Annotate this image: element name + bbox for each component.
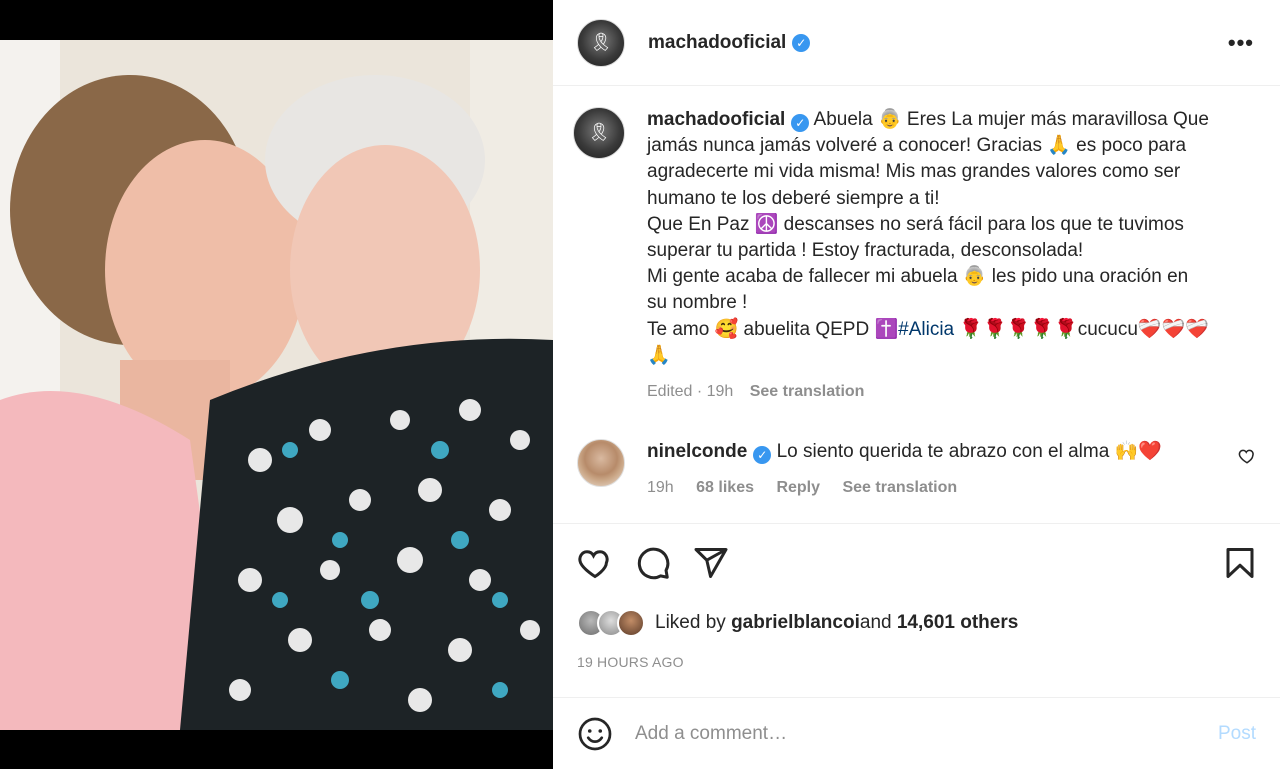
comment-input[interactable] [635, 722, 1218, 745]
comment-text: Lo siento querida te abrazo con el alma … [771, 441, 1162, 463]
caption-line: su nombre ! [647, 292, 748, 314]
caption-body: machadooficial ✓ Abuela 👵 Eres La mujer m… [647, 107, 1247, 405]
post-comment-button[interactable]: Post [1218, 723, 1256, 745]
caption-meta: Edited · 19h See translation [647, 379, 1247, 405]
ribbon-icon: 🎗 [589, 31, 613, 52]
author-username[interactable]: machadooficial [648, 32, 786, 54]
comment-time: 19h [647, 479, 674, 497]
post-timestamp: 19 HOURS AGO [577, 654, 684, 670]
heart-icon[interactable] [577, 545, 613, 581]
edited-time: Edited · 19h [647, 383, 734, 401]
comment-meta: 19h 68 likes Reply See translation [647, 475, 1162, 501]
caption-text: 🌹🌹🌹🌹🌹cucucu❤️‍🩹❤️‍🩹❤️‍🩹 [954, 318, 1209, 340]
caption-line: humano te los deberé siempre a ti! [647, 187, 940, 209]
post-media [0, 0, 553, 769]
caption-line: 🙏 [647, 344, 671, 366]
post-photo[interactable] [0, 40, 553, 730]
caption-line: superar tu partida ! Estoy fracturada, d… [647, 240, 1084, 262]
see-translation-link[interactable]: See translation [750, 383, 865, 400]
comment-likes[interactable]: 68 likes [696, 479, 754, 496]
caption-line: agradecerte mi vida misma! Mis mas grand… [647, 161, 1181, 183]
liker-avatars [577, 609, 645, 637]
caption-line: machadooficial ✓ Abuela 👵 Eres La mujer m… [647, 107, 1247, 133]
caption-username[interactable]: machadooficial [647, 109, 785, 130]
caption: 🎗 machadooficial ✓ Abuela 👵 Eres La mujer… [573, 107, 1256, 405]
liked-by-user[interactable]: gabrielblancoi [731, 612, 860, 634]
caption-text: Abuela 👵 Eres La mujer más maravillosa Q… [809, 109, 1209, 130]
commenter-avatar[interactable] [577, 439, 625, 488]
comment-icon[interactable] [635, 545, 671, 581]
actions-area: Liked by gabrielblancoi and 14,601 other… [553, 523, 1280, 670]
post-panel: 🎗 machadooficial ✓ ••• 🎗 machadooficial ✓… [553, 0, 1280, 769]
post-header: 🎗 machadooficial ✓ ••• [553, 0, 1280, 86]
more-options-icon[interactable]: ••• [1228, 30, 1254, 56]
likes-summary: Liked by gabrielblancoi and 14,601 other… [553, 602, 1280, 644]
verified-icon: ✓ [753, 446, 772, 465]
caption-line: Te amo 🥰 abuelita QEPD ✝️#Alicia 🌹🌹🌹🌹🌹cu… [647, 317, 1247, 343]
reply-button[interactable]: Reply [776, 479, 820, 496]
commenter-username[interactable]: ninelconde [647, 441, 747, 462]
caption-line: Mi gente acaba de fallecer mi abuela 👵 l… [647, 266, 1189, 288]
caption-line: Que En Paz ☮️ descanses no será fácil pa… [647, 213, 1184, 235]
photo-illustration [0, 40, 553, 730]
share-icon[interactable] [693, 545, 729, 581]
hashtag-link[interactable]: #Alicia [898, 319, 954, 340]
liked-by-middle: and [859, 612, 892, 633]
comment-like-heart-icon[interactable] [1238, 447, 1256, 465]
verified-icon: ✓ [792, 33, 811, 52]
comment-item: ninelconde ✓ Lo siento querida te abrazo … [573, 439, 1256, 501]
liked-by-prefix: Liked by [655, 612, 726, 633]
see-translation-link[interactable]: See translation [842, 479, 957, 496]
comment-body: ninelconde ✓ Lo siento querida te abrazo … [647, 439, 1162, 501]
ribbon-icon: 🎗 [587, 122, 611, 143]
action-bar [553, 524, 1280, 602]
caption-avatar[interactable]: 🎗 [573, 107, 625, 159]
bookmark-icon[interactable] [1222, 545, 1258, 581]
caption-line: jamás nunca jamás volveré a conocer! Gra… [647, 135, 1187, 157]
comments-section[interactable]: 🎗 machadooficial ✓ Abuela 👵 Eres La mujer… [553, 87, 1280, 523]
liked-by-others[interactable]: 14,601 others [897, 612, 1018, 634]
comment-text-line: ninelconde ✓ Lo siento querida te abrazo … [647, 439, 1162, 465]
liker-avatar [617, 609, 645, 637]
verified-icon: ✓ [791, 114, 810, 132]
caption-text: Te amo 🥰 abuelita QEPD ✝️ [647, 318, 899, 340]
add-comment-bar: Post [553, 697, 1280, 769]
author-avatar[interactable]: 🎗 [577, 18, 625, 67]
emoji-icon[interactable] [577, 716, 613, 752]
